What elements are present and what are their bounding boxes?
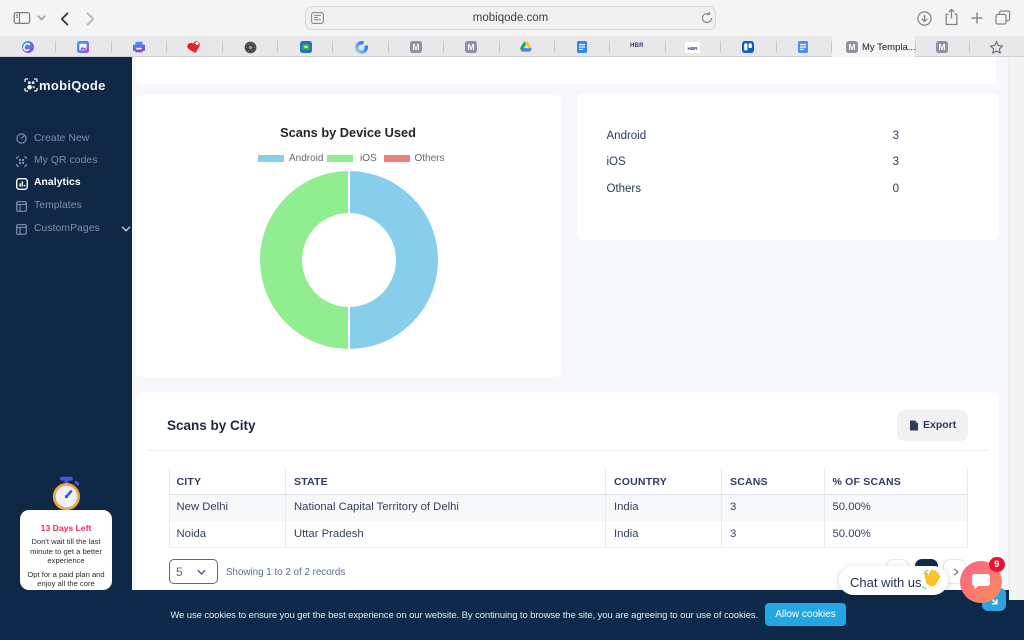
- svg-text:M: M: [467, 42, 474, 52]
- svg-text:M: M: [849, 42, 856, 52]
- svg-text:M: M: [939, 42, 946, 52]
- svg-text:M: M: [412, 42, 419, 52]
- svg-text:HBR: HBR: [688, 45, 699, 50]
